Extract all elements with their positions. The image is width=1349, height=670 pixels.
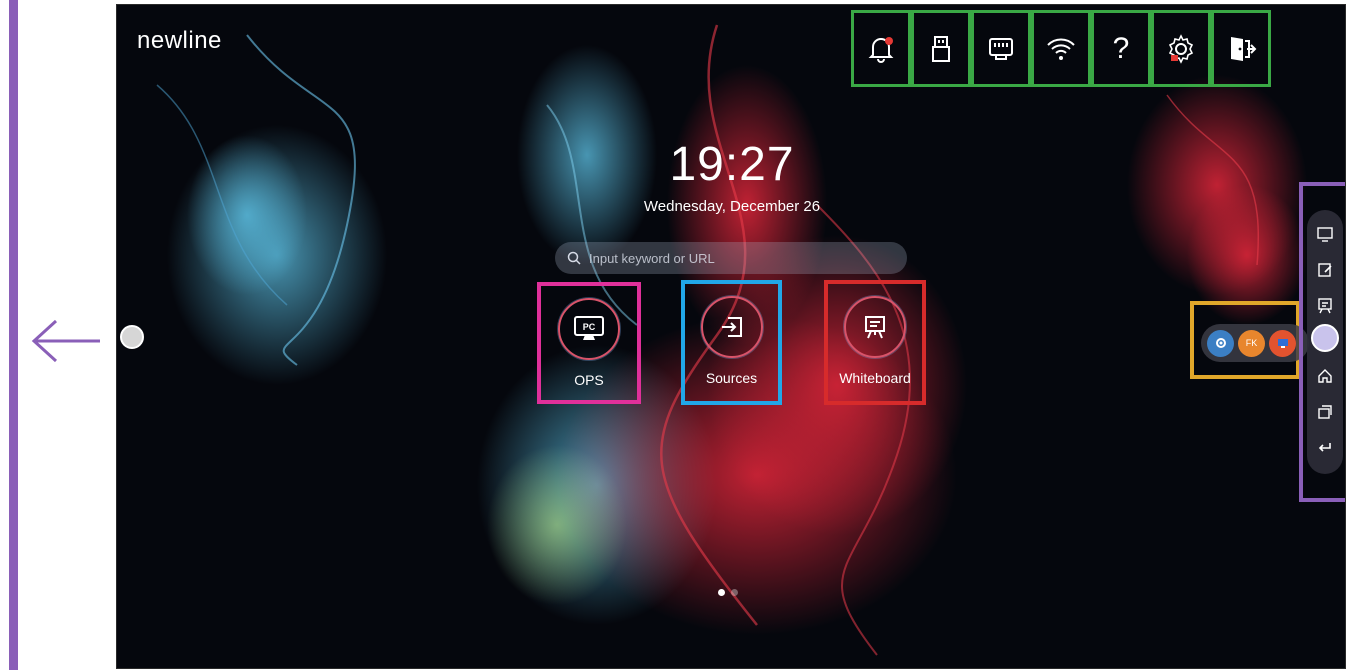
- sidebar-windows-button[interactable]: [1313, 400, 1337, 424]
- network-icon: [989, 37, 1013, 60]
- usb-button[interactable]: [911, 10, 971, 87]
- search-input[interactable]: Input keyword or URL: [555, 242, 907, 274]
- settings-icon: [1168, 33, 1194, 64]
- page-dot-1[interactable]: [718, 589, 725, 596]
- sources-icon-circle: [700, 296, 763, 358]
- search-placeholder: Input keyword or URL: [589, 250, 715, 266]
- help-button[interactable]: ?: [1091, 10, 1151, 87]
- ops-label: OPS: [574, 372, 604, 388]
- search-icon: [567, 251, 581, 265]
- wifi-icon: [1047, 38, 1075, 60]
- clock-date: Wednesday, December 26: [643, 198, 821, 215]
- sidebar-back-button[interactable]: [1313, 436, 1337, 460]
- sources-label: Sources: [705, 370, 758, 386]
- help-icon: ?: [1112, 31, 1130, 65]
- sidebar-home-button[interactable]: [1313, 364, 1337, 388]
- exit-icon: [1231, 36, 1257, 61]
- windows-icon: [1318, 405, 1332, 419]
- ops-app-button[interactable]: PC OPS: [537, 282, 641, 404]
- sources-app-button[interactable]: Sources: [681, 280, 782, 405]
- screen-app-icon[interactable]: [1269, 329, 1296, 357]
- quick-apps-dock: FK: [1201, 324, 1309, 362]
- floating-menu-right-handle[interactable]: [1311, 324, 1339, 352]
- notification-button[interactable]: [851, 10, 911, 87]
- settings-app-icon[interactable]: [1207, 329, 1234, 357]
- pc-icon-text: PC: [583, 322, 596, 332]
- whiteboard-icon: [1318, 298, 1332, 314]
- ops-icon: [1317, 227, 1333, 242]
- annotate-icon: [1318, 263, 1332, 277]
- left-accent-bar: [9, 0, 18, 670]
- pc-icon: PC: [574, 316, 604, 340]
- top-toolbar: ?: [851, 10, 1271, 91]
- notification-icon: [868, 36, 894, 63]
- input-source-icon: [721, 317, 742, 337]
- settings-button[interactable]: [1151, 10, 1211, 87]
- clock-time: 19:27: [669, 138, 795, 191]
- back-arrow-icon[interactable]: [30, 318, 104, 364]
- sidebar-ops-button[interactable]: [1313, 222, 1337, 246]
- sidebar-annotate-button[interactable]: [1313, 258, 1337, 282]
- newline-logo: newline: [137, 27, 222, 54]
- network-button[interactable]: [971, 10, 1031, 87]
- side-toolbar: [1307, 210, 1343, 474]
- sidebar-whiteboard-button[interactable]: [1313, 294, 1337, 318]
- whiteboard-icon-circle: [844, 296, 906, 358]
- fk-app-icon[interactable]: FK: [1238, 329, 1265, 357]
- exit-button[interactable]: [1211, 10, 1271, 87]
- ops-icon-circle: PC: [558, 298, 620, 360]
- page-indicator: [718, 589, 738, 596]
- back-icon: [1318, 443, 1331, 452]
- wifi-button[interactable]: [1031, 10, 1091, 87]
- whiteboard-app-button[interactable]: Whiteboard: [824, 280, 926, 405]
- page-dot-2[interactable]: [731, 589, 738, 596]
- home-icon: [1318, 369, 1332, 383]
- usb-icon: [932, 35, 950, 62]
- whiteboard-icon: [865, 316, 885, 339]
- whiteboard-label: Whiteboard: [839, 370, 911, 386]
- display-screen: newline ? 19:27 Wednesday, December 26 I…: [116, 4, 1346, 669]
- floating-menu-left-handle[interactable]: [120, 325, 144, 349]
